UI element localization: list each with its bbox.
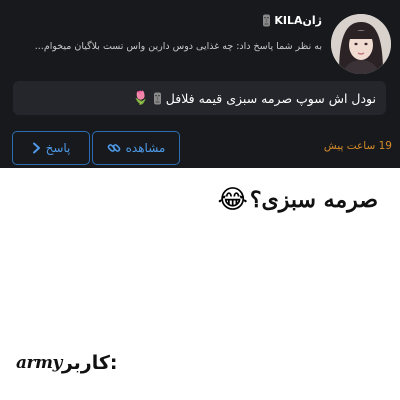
moai-icon (153, 92, 161, 104)
quoted-answer[interactable]: 🌷 نودل اش سوپ صرمه سبزی قیمه فلافل (13, 81, 386, 115)
caption: 😂 صرمه سبزی؟ (217, 187, 378, 213)
notification-message: به نظر شما پاسخ داد: چه غذایی دوس دارین … (34, 41, 322, 52)
reply-button[interactable]: پاسخ (12, 131, 90, 165)
username[interactable]: KILAژان (262, 14, 322, 27)
tulip-icon: 🌷 (132, 90, 149, 106)
moai-icon (263, 14, 271, 27)
timestamp: 19 ساعت پیش (323, 140, 392, 152)
caption-text: صرمه سبزی؟ (249, 187, 378, 213)
tears-of-joy-icon: 😂 (217, 185, 248, 215)
signature-army: army (16, 353, 62, 373)
quote-text: نودل اش سوپ صرمه سبزی قیمه فلافل (165, 90, 376, 106)
avatar[interactable] (331, 14, 391, 74)
signature-user-label: کاربر: (61, 352, 118, 374)
view-button[interactable]: مشاهده (92, 131, 180, 165)
username-text: KILAژان (274, 14, 322, 27)
link-icon (107, 144, 121, 152)
signature: army کاربر: (16, 352, 118, 374)
chevron-right-icon (32, 142, 40, 154)
notification-card: KILAژان به نظر شما پاسخ داد: چه غذایی دو… (0, 0, 400, 168)
reply-label: پاسخ (45, 141, 71, 155)
avatar-image (331, 14, 391, 74)
view-label: مشاهده (125, 141, 166, 155)
